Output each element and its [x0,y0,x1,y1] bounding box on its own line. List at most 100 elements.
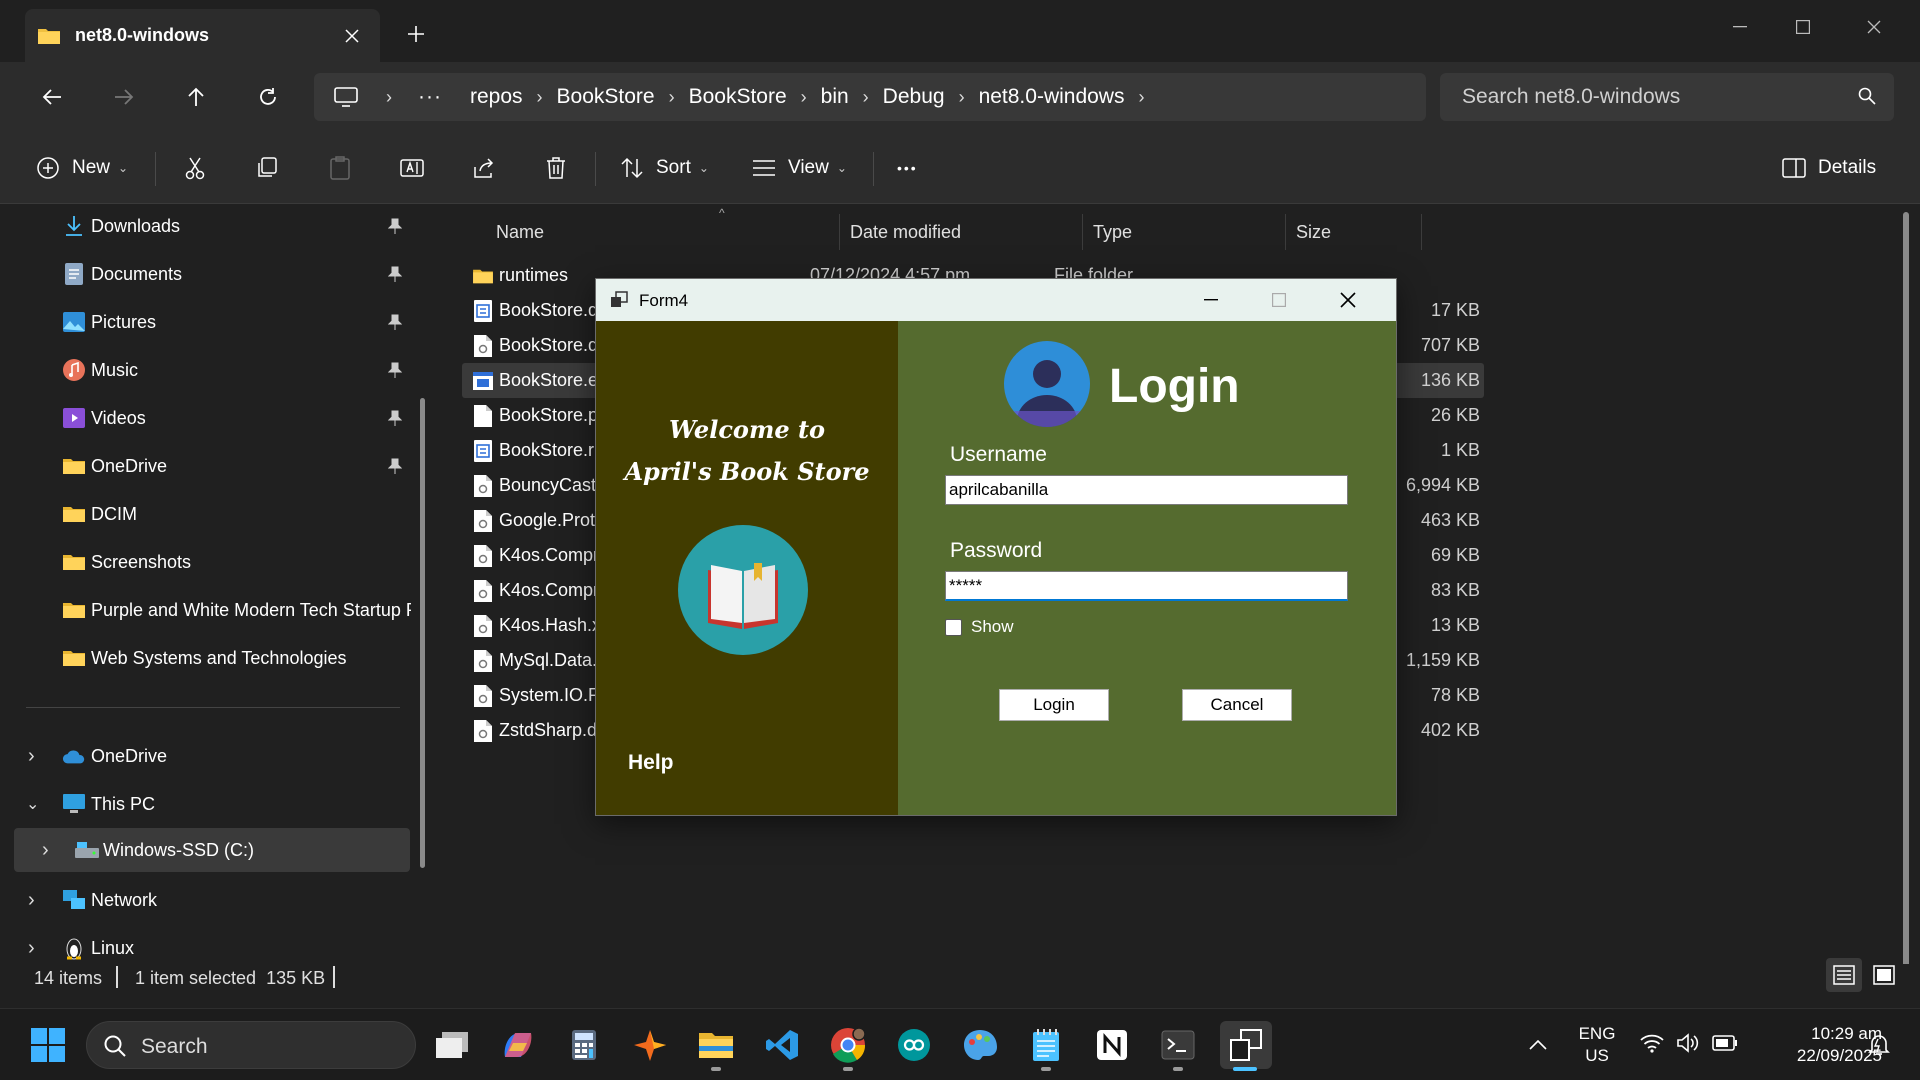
chevron-right-icon[interactable]: › [959,87,965,108]
search-input[interactable]: Search net8.0-windows [1440,73,1894,121]
pin-icon[interactable] [388,218,402,234]
sidebar-item-windows-ssd[interactable]: › Windows-SSD (C:) [14,828,410,872]
input-language[interactable]: ENG US [1572,1023,1622,1067]
chevron-up-icon[interactable] [1526,1035,1550,1055]
chevron-right-icon[interactable]: › [669,87,675,108]
maximize-icon[interactable] [1783,12,1823,42]
delete-icon[interactable] [544,146,568,190]
task-view-icon[interactable] [428,1021,476,1069]
chevron-right-icon[interactable]: › [28,745,35,768]
back-arrow-icon[interactable] [28,73,76,121]
column-header-date[interactable]: Date modified [840,214,1083,250]
chevron-right-icon[interactable]: › [42,839,49,862]
sidebar-item-dcim[interactable]: DCIM [0,492,410,536]
pin-icon[interactable] [388,458,402,474]
form-app-icon[interactable] [1220,1021,1272,1069]
arduino-icon[interactable] [890,1021,938,1069]
copy-icon[interactable] [255,146,279,190]
file-explorer-icon[interactable] [692,1021,740,1069]
help-link[interactable]: Help [628,751,674,775]
breadcrumb-bookstore[interactable]: BookStore [557,85,655,109]
paint-icon[interactable] [956,1021,1004,1069]
minimize-icon[interactable] [1720,12,1760,42]
view-button[interactable]: View ⌄ [752,146,847,190]
new-button[interactable]: New ⌄ [36,146,128,190]
chevron-right-icon[interactable]: › [863,87,869,108]
tab-net8-windows[interactable]: net8.0-windows [25,9,380,62]
computer-icon[interactable] [334,87,358,107]
tiles-view-icon[interactable] [1866,958,1902,992]
chevron-right-icon[interactable]: › [386,87,392,108]
login-button[interactable]: Login [999,689,1109,721]
sidebar-item-documents[interactable]: Documents [0,252,410,296]
breadcrumb-bookstore-project[interactable]: BookStore [689,85,787,109]
minimize-icon[interactable] [1196,289,1226,311]
forward-arrow-icon[interactable] [100,73,148,121]
close-tab-icon[interactable] [345,28,359,43]
chevron-right-icon[interactable]: › [28,937,35,960]
paste-icon[interactable] [328,146,352,190]
details-button[interactable]: Details [1782,146,1876,190]
breadcrumb-bin[interactable]: bin [821,85,849,109]
column-header-type[interactable]: Type [1083,214,1286,250]
up-arrow-icon[interactable] [172,73,220,121]
cancel-button[interactable]: Cancel [1182,689,1292,721]
clock[interactable]: 10:29 am 22/09/2025 [1756,1023,1882,1067]
sidebar-item-onedrive-folder[interactable]: OneDrive [0,444,410,488]
pin-icon[interactable] [388,266,402,282]
chrome-icon[interactable] [824,1021,872,1069]
column-header-name[interactable]: Name ^ [476,206,840,250]
maximize-icon[interactable] [1264,289,1294,311]
sidebar-item-this-pc[interactable]: ⌄ This PC [0,782,410,826]
more-options-icon[interactable]: ••• [897,146,918,190]
sort-button[interactable]: Sort ⌄ [620,146,709,190]
details-view-icon[interactable] [1826,958,1862,992]
volume-icon[interactable] [1676,1033,1700,1053]
sidebar-scrollbar[interactable] [420,398,425,868]
copilot-icon[interactable] [494,1021,542,1069]
sidebar-item-screenshots[interactable]: Screenshots [0,540,410,584]
pin-icon[interactable] [388,314,402,330]
close-icon[interactable] [1333,289,1363,311]
new-tab-icon[interactable] [404,22,428,46]
form4-title-bar[interactable]: Form4 [596,279,1396,321]
sidebar-item-purple-white[interactable]: Purple and White Modern Tech Startup P [0,588,411,632]
taskbar-search-input[interactable]: Search [86,1021,416,1069]
cut-icon[interactable] [183,146,207,190]
windows-start-icon[interactable] [24,1021,72,1069]
sidebar-item-videos[interactable]: Videos [0,396,410,440]
sidebar-item-web-systems[interactable]: Web Systems and Technologies [0,636,410,680]
breadcrumb-debug[interactable]: Debug [883,85,945,109]
chevron-down-icon[interactable]: ⌄ [26,794,39,814]
notification-bell-icon[interactable] [1868,1033,1890,1057]
chevron-right-icon[interactable]: › [1138,87,1144,108]
sidebar-item-network[interactable]: › Network [0,878,410,922]
chevron-right-icon[interactable]: › [801,87,807,108]
pin-icon[interactable] [388,410,402,426]
pin-icon[interactable] [388,362,402,378]
sidebar-item-downloads[interactable]: Downloads [0,204,410,248]
app-icon[interactable] [626,1021,674,1069]
column-header-size[interactable]: Size [1286,214,1422,250]
wifi-icon[interactable] [1640,1033,1664,1053]
vscode-icon[interactable] [758,1021,806,1069]
sidebar-item-onedrive[interactable]: › OneDrive [0,734,410,778]
breadcrumb-overflow[interactable]: ··· [418,85,442,109]
notepad-icon[interactable] [1022,1021,1070,1069]
chevron-right-icon[interactable]: › [28,889,35,912]
file-list-scrollbar[interactable] [1903,212,1909,972]
close-window-icon[interactable] [1854,12,1894,42]
calculator-icon[interactable] [560,1021,608,1069]
sidebar-item-music[interactable]: Music [0,348,410,392]
notion-icon[interactable] [1088,1021,1136,1069]
refresh-icon[interactable] [244,73,292,121]
battery-icon[interactable] [1712,1035,1738,1051]
breadcrumb-net8-windows[interactable]: net8.0-windows [979,85,1125,109]
password-field[interactable]: ***** [945,571,1348,601]
chevron-right-icon[interactable]: › [537,87,543,108]
sidebar-item-pictures[interactable]: Pictures [0,300,410,344]
share-icon[interactable] [472,146,496,190]
search-icon[interactable] [1858,87,1876,105]
show-password-checkbox[interactable] [945,619,962,636]
breadcrumb-repos[interactable]: repos [470,85,523,109]
